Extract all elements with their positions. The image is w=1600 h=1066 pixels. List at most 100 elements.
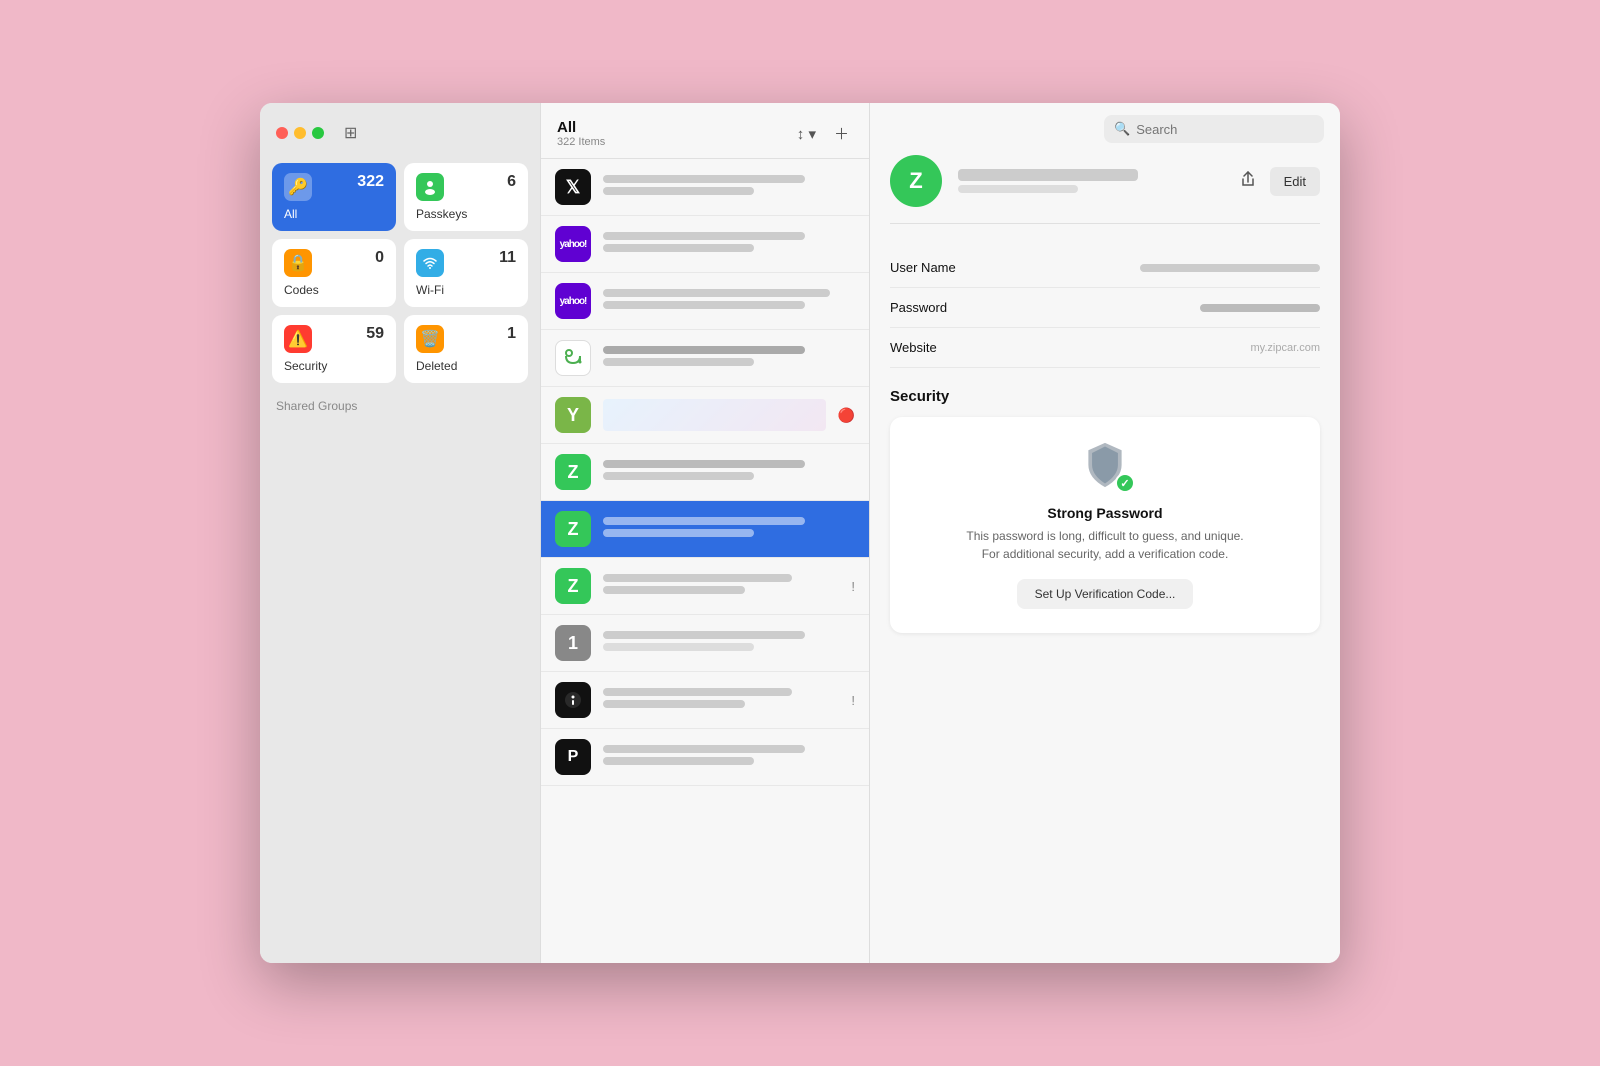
check-badge: ✓ [1115, 473, 1135, 493]
search-input[interactable] [1136, 122, 1314, 137]
item-title-blur [603, 460, 805, 468]
website-value: my.zipcar.com [1251, 342, 1320, 354]
warning-badge: 🔴 [838, 407, 855, 424]
detail-content: Z Edit User Name [870, 155, 1340, 963]
security-card: ✓ Strong Password This password is long,… [890, 417, 1320, 633]
item-title-blur [603, 745, 805, 753]
codes-count: 0 [375, 249, 384, 267]
item-content [603, 460, 855, 484]
avatar: Z [890, 155, 942, 207]
traffic-lights [276, 127, 324, 139]
maximize-button[interactable] [312, 127, 324, 139]
all-icon: 🔑 [284, 173, 312, 201]
item-title-blur [603, 688, 792, 696]
sidebar-item-wifi[interactable]: 11 Wi-Fi [404, 239, 528, 307]
item-sub-blur [603, 187, 754, 195]
setup-verification-button[interactable]: Set Up Verification Code... [1017, 579, 1194, 609]
cat-icon-row: 11 [416, 249, 516, 277]
app-icon-password [555, 682, 591, 718]
list-header-title: All 322 Items [557, 119, 605, 148]
app-icon-yubikey: Y [555, 397, 591, 433]
add-button[interactable]: ＋ [830, 121, 853, 146]
category-grid: 🔑 322 All 6 Passkeys [272, 163, 528, 383]
app-icon-health [555, 340, 591, 376]
minimize-button[interactable] [294, 127, 306, 139]
sidebar-item-all[interactable]: 🔑 322 All [272, 163, 396, 231]
security-count: 59 [366, 325, 384, 343]
passkeys-count: 6 [507, 173, 516, 191]
sort-button[interactable]: ↕ ▾ [793, 123, 820, 145]
shared-groups-label: Shared Groups [272, 391, 528, 417]
close-button[interactable] [276, 127, 288, 139]
item-sub-blur [603, 700, 745, 708]
search-icon: 🔍 [1114, 121, 1130, 137]
item-content [603, 232, 855, 256]
item-title-blur [603, 232, 805, 240]
sidebar-item-security[interactable]: ⚠️ 59 Security [272, 315, 396, 383]
sidebar-item-passkeys[interactable]: 6 Passkeys [404, 163, 528, 231]
list-item[interactable] [541, 330, 869, 387]
deleted-icon: 🗑️ [416, 325, 444, 353]
item-content [603, 631, 855, 655]
sidebar-item-codes[interactable]: 🔒 0 Codes [272, 239, 396, 307]
item-sub-blur [603, 358, 754, 366]
titlebar: ⊞ [272, 115, 528, 155]
item-content [603, 517, 855, 541]
item-title-blur [603, 517, 805, 525]
password-value-blur [1200, 304, 1320, 312]
website-field: Website my.zipcar.com [890, 328, 1320, 368]
item-content [603, 289, 855, 313]
username-field: User Name [890, 248, 1320, 288]
list-item[interactable]: Y 🔴 [541, 387, 869, 444]
codes-icon: 🔒 [284, 249, 312, 277]
cat-icon-row: ⚠️ 59 [284, 325, 384, 353]
list-subtitle: 322 Items [557, 136, 605, 148]
item-content [603, 688, 839, 712]
sidebar: ⊞ 🔑 322 All [260, 103, 540, 963]
detail-panel: 🔍 Z E [870, 103, 1340, 963]
item-title-blur [603, 574, 792, 582]
app-icon-1password: 1 [555, 625, 591, 661]
strong-password-title: Strong Password [1047, 505, 1162, 521]
search-bar[interactable]: 🔍 [1104, 115, 1324, 143]
sidebar-toggle-icon[interactable]: ⊞ [344, 123, 357, 143]
item-content [603, 175, 855, 199]
codes-label: Codes [284, 283, 384, 297]
main-window: ⊞ 🔑 322 All [260, 103, 1340, 963]
cat-icon-row: 6 [416, 173, 516, 201]
username-value-blur [1140, 264, 1320, 272]
list-item[interactable]: yahoo! [541, 216, 869, 273]
item-title-blur [603, 289, 830, 297]
list-title: All [557, 119, 605, 136]
item-title-blur [603, 346, 805, 354]
list-item[interactable]: Z [541, 444, 869, 501]
app-icon-yahoo2: yahoo! [555, 283, 591, 319]
password-label: Password [890, 300, 990, 315]
sidebar-item-deleted[interactable]: 🗑️ 1 Deleted [404, 315, 528, 383]
list-item[interactable]: Z ! [541, 558, 869, 615]
wifi-label: Wi-Fi [416, 283, 516, 297]
security-section: Security ✓ Strong Password This password… [890, 388, 1320, 633]
share-button[interactable] [1234, 167, 1262, 196]
passkeys-label: Passkeys [416, 207, 516, 221]
list-item[interactable]: ! [541, 672, 869, 729]
website-label: Website [890, 340, 990, 355]
warning-badge-2: ! [851, 579, 855, 594]
password-field: Password [890, 288, 1320, 328]
detail-sub-blur [958, 185, 1078, 193]
app-icon-z2: Z [555, 511, 591, 547]
app-icon-x: 𝕏 [555, 169, 591, 205]
list-item[interactable]: 1 [541, 615, 869, 672]
list-item[interactable]: yahoo! [541, 273, 869, 330]
warning-badge-3: ! [851, 693, 855, 708]
detail-toolbar: 🔍 [870, 103, 1340, 155]
list-item-selected[interactable]: Z [541, 501, 869, 558]
list-item[interactable]: P [541, 729, 869, 786]
list-item[interactable]: 𝕏 [541, 159, 869, 216]
edit-button[interactable]: Edit [1270, 167, 1320, 196]
detail-title-area [958, 169, 1218, 193]
item-sub-blur [603, 643, 754, 651]
item-title-blur [603, 631, 805, 639]
deleted-label: Deleted [416, 359, 516, 373]
detail-title-blur [958, 169, 1138, 181]
